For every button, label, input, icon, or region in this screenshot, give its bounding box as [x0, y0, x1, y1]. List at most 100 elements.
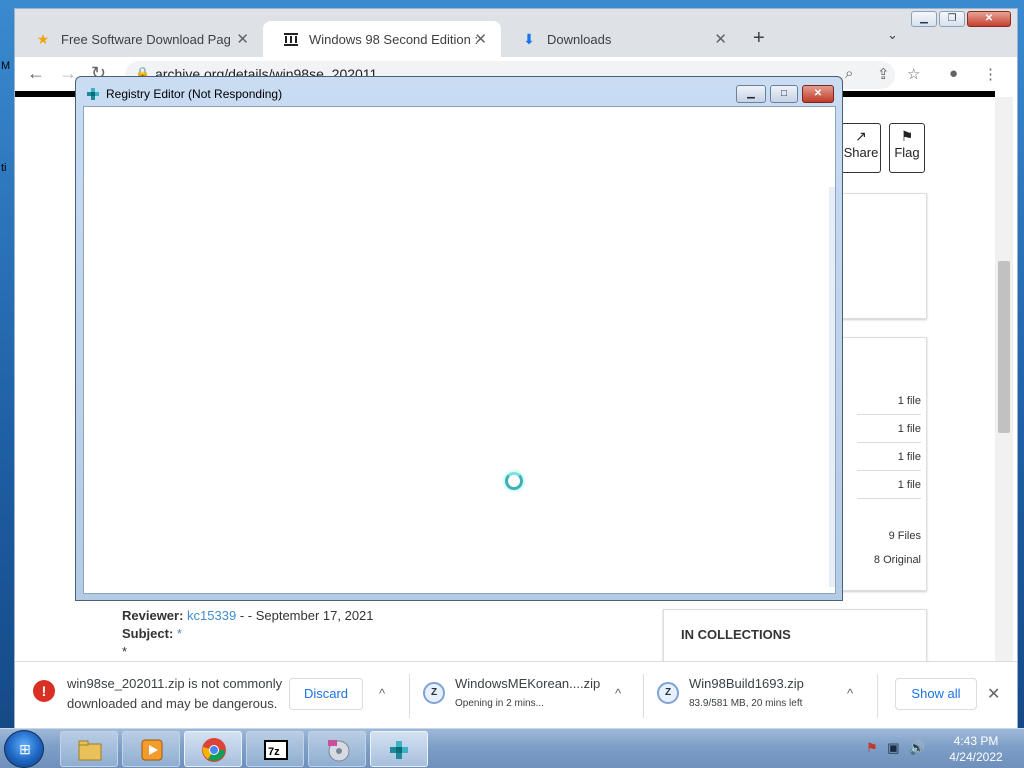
- zoom-icon[interactable]: ⌕: [845, 65, 853, 82]
- download-icon: ⬇: [523, 30, 535, 47]
- file-count-row[interactable]: 1 file: [857, 415, 921, 443]
- download-shelf: ! win98se_202011.zip is not commonly dow…: [15, 661, 1017, 729]
- download-item-2[interactable]: WindowsMEKorean....zip Opening in 2 mins…: [455, 674, 600, 714]
- tab-title: Windows 98 Second Edition : Mic: [309, 31, 479, 47]
- taskbar-explorer[interactable]: [60, 731, 118, 767]
- volume-icon[interactable]: 🔊: [909, 740, 925, 755]
- zip-file-icon: Z: [657, 682, 679, 704]
- folder-icon: [78, 740, 102, 761]
- review-block: Reviewer: kc15339 - - September 17, 2021…: [122, 607, 374, 661]
- tab-free-software[interactable]: ★ Free Software Download Page - S ✕: [15, 21, 263, 57]
- taskbar-media-player[interactable]: [122, 731, 180, 767]
- download-filename: WindowsMEKorean....zip: [455, 676, 601, 691]
- share-icon[interactable]: ⇪: [877, 65, 890, 83]
- registry-editor-icon: [390, 741, 408, 759]
- close-window-icon[interactable]: ✕: [967, 11, 1011, 27]
- files-original-link[interactable]: 8 Original: [857, 546, 921, 574]
- file-count-row[interactable]: 1 file: [857, 387, 921, 415]
- subject-value: *: [176, 626, 182, 641]
- registry-editor-icon: [87, 88, 99, 100]
- desktop-edge-text-2: ti: [1, 162, 7, 174]
- minimize-icon[interactable]: ▁: [911, 11, 937, 27]
- tab-title: Free Software Download Page - S: [61, 31, 231, 47]
- file-count-row[interactable]: 1 file: [857, 443, 921, 471]
- reviewer-label: Reviewer:: [122, 608, 184, 623]
- taskbar-chrome[interactable]: [184, 731, 242, 767]
- zip-file-icon: Z: [423, 682, 445, 704]
- close-tab-icon[interactable]: ✕: [474, 30, 487, 48]
- separator: [643, 674, 644, 718]
- registry-editor-window[interactable]: Registry Editor (Not Responding) ▁ □ ✕: [75, 76, 843, 601]
- clock-date: 4/24/2022: [949, 750, 1003, 764]
- download-filename: Win98Build1693.zip: [689, 676, 804, 691]
- discard-button[interactable]: Discard: [289, 678, 363, 710]
- download-warning-text: win98se_202011.zip is not commonly downl…: [67, 674, 282, 714]
- bookmark-star-icon[interactable]: ☆: [907, 65, 920, 83]
- busy-cursor-icon: [505, 472, 523, 490]
- media-player-icon: [141, 739, 163, 761]
- download-status: Opening in 2 mins...: [455, 698, 544, 709]
- 7zip-icon: 7z: [264, 740, 288, 760]
- taskbar: ⊞ 7z ⚑ ▣ 🔊 4:43 PM 4/24/2022: [0, 728, 1024, 768]
- close-shelf-icon[interactable]: ✕: [987, 684, 1000, 704]
- cd-burner-icon: [328, 740, 350, 762]
- warning-line-1: win98se_202011.zip is not commonly: [67, 676, 283, 691]
- tab-search-icon[interactable]: ⌄: [887, 27, 898, 43]
- share-label: Share: [843, 145, 879, 160]
- flag-label: Flag: [894, 145, 920, 160]
- restore-icon[interactable]: ❐: [939, 11, 965, 27]
- close-window-icon[interactable]: ✕: [802, 85, 834, 103]
- review-body: *: [122, 644, 128, 659]
- share-arrow-icon: ↗: [855, 128, 867, 144]
- tab-windows-98[interactable]: Windows 98 Second Edition : Mic ✕: [263, 21, 501, 57]
- file-count-row[interactable]: 1 file: [857, 471, 921, 499]
- action-center-icon[interactable]: ⚑: [866, 740, 878, 755]
- review-date: - - September 17, 2021: [239, 608, 374, 623]
- tab-strip: ★ Free Software Download Page - S ✕ Wind…: [15, 9, 1017, 57]
- minimize-icon[interactable]: ▁: [736, 85, 766, 103]
- show-all-button[interactable]: Show all: [895, 678, 977, 710]
- svg-text:7z: 7z: [268, 746, 280, 758]
- network-icon[interactable]: ▣: [887, 740, 899, 755]
- chevron-up-icon[interactable]: ^: [379, 686, 385, 701]
- chevron-up-icon[interactable]: ^: [847, 686, 853, 701]
- clock[interactable]: 4:43 PM 4/24/2022: [936, 733, 1016, 765]
- back-icon[interactable]: ←: [27, 63, 45, 84]
- profile-avatar-icon[interactable]: ●: [949, 65, 958, 82]
- desktop-edge-text: M: [1, 60, 11, 72]
- new-tab-icon[interactable]: +: [753, 27, 765, 50]
- windows-logo-icon: ⊞: [19, 741, 31, 757]
- flag-icon: ⚑: [900, 128, 914, 144]
- download-item-3[interactable]: Win98Build1693.zip 83.9/581 MB, 20 mins …: [689, 674, 804, 714]
- clock-time: 4:43 PM: [953, 734, 999, 748]
- reviewer-link[interactable]: kc15339: [187, 608, 236, 623]
- flag-button[interactable]: ⚑ Flag: [889, 123, 925, 173]
- warning-icon: !: [33, 680, 55, 702]
- window-controls: ▁ ❐ ✕: [911, 11, 1011, 27]
- download-status: 83.9/581 MB, 20 mins left: [689, 698, 803, 709]
- tab-downloads[interactable]: ⬇ Downloads ✕: [501, 21, 741, 57]
- tab-title: Downloads: [547, 31, 612, 47]
- chevron-up-icon[interactable]: ^: [615, 686, 621, 701]
- window-title: Registry Editor (Not Responding): [106, 87, 283, 101]
- star-icon: ★: [36, 30, 50, 47]
- share-button[interactable]: ↗ Share: [841, 123, 881, 173]
- start-button[interactable]: ⊞: [4, 730, 44, 768]
- page-scrollbar-thumb[interactable]: [998, 261, 1010, 433]
- warning-line-2: downloaded and may be dangerous.: [67, 696, 278, 711]
- client-shade: [829, 187, 835, 587]
- separator: [877, 674, 878, 718]
- taskbar-7zip[interactable]: 7z: [246, 731, 304, 767]
- taskbar-registry-editor[interactable]: [370, 731, 428, 767]
- taskbar-cd-burner[interactable]: [308, 731, 366, 767]
- collections-heading: IN COLLECTIONS: [681, 627, 791, 642]
- subject-label: Subject:: [122, 626, 174, 641]
- side-panel-top: [841, 193, 927, 319]
- maximize-icon[interactable]: □: [770, 85, 798, 103]
- close-tab-icon[interactable]: ✕: [714, 30, 727, 48]
- chrome-icon: [202, 738, 226, 762]
- menu-kebab-icon[interactable]: ⋮: [983, 65, 998, 83]
- separator: [409, 674, 410, 718]
- system-tray: ⚑ ▣ 🔊: [866, 740, 925, 756]
- close-tab-icon[interactable]: ✕: [236, 30, 249, 48]
